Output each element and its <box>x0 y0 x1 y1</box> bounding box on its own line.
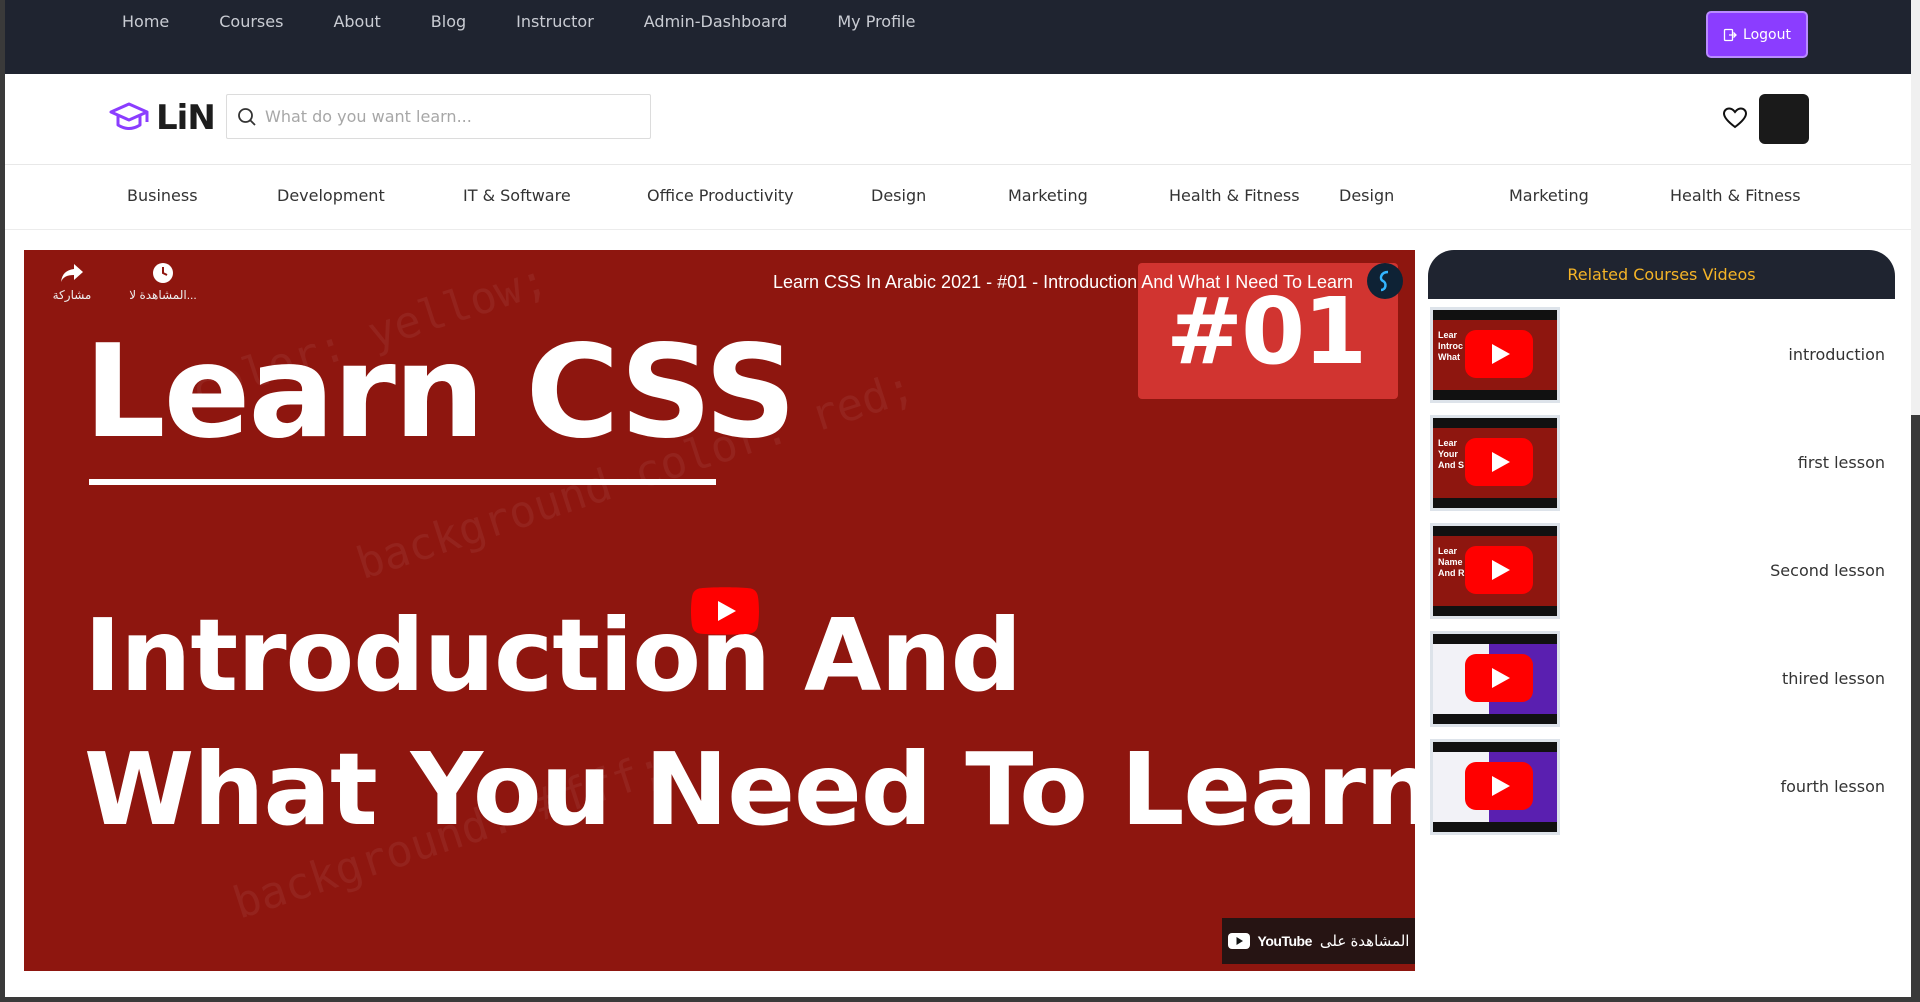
search-box[interactable] <box>226 94 651 139</box>
related-video-thumbnail[interactable] <box>1430 739 1560 835</box>
top-bar: Home Courses About Blog Instructor Admin… <box>5 0 1911 74</box>
watch-on-label: المشاهدة على <box>1319 933 1410 950</box>
category-marketing-2[interactable]: Marketing <box>1509 186 1589 205</box>
video-player[interactable]: color: yellow; background-color: red; ba… <box>24 250 1415 971</box>
page-scrollbar[interactable] <box>1911 0 1920 415</box>
thumbnail-bottom-strip <box>1433 390 1557 400</box>
site-header: LiN <box>5 74 1911 165</box>
nav-admin-dashboard-link[interactable]: Admin-Dashboard <box>644 12 788 32</box>
play-button-icon <box>1465 438 1533 486</box>
related-videos-heading: Related Courses Videos <box>1428 250 1895 299</box>
play-button-icon <box>1465 330 1533 378</box>
related-video-thumbnail[interactable]: Lear Your And S <box>1430 415 1560 511</box>
watch-on-youtube-button[interactable]: YouTube المشاهدة على <box>1222 918 1415 964</box>
thumbnail-bottom-strip <box>1433 822 1557 832</box>
graduation-cap-icon <box>109 102 149 130</box>
nav-my-profile-link[interactable]: My Profile <box>837 12 915 32</box>
heart-icon[interactable] <box>1722 106 1748 130</box>
thumbnail-title: Learn CSS <box>84 318 796 467</box>
avatar[interactable] <box>1759 94 1809 144</box>
thumbnail-top-strip <box>1433 634 1557 644</box>
category-business[interactable]: Business <box>127 186 198 205</box>
thumbnail-mini-text: Lear Your And S <box>1438 438 1464 470</box>
related-video-item[interactable]: fourth lesson <box>1428 737 1895 837</box>
youtube-label: YouTube <box>1257 933 1313 949</box>
category-development[interactable]: Development <box>277 186 385 205</box>
thumbnail-top-strip <box>1433 310 1557 320</box>
thumbnail-line-2: Introduction And <box>84 597 1022 714</box>
logout-icon <box>1723 28 1737 41</box>
related-video-thumbnail[interactable] <box>1430 631 1560 727</box>
thumbnail-top-strip <box>1433 418 1557 428</box>
nav-blog-link[interactable]: Blog <box>431 12 466 32</box>
thumbnail-mini-text: Lear Name And R <box>1438 546 1465 578</box>
search-icon <box>238 107 256 126</box>
related-video-label[interactable]: thired lesson <box>1782 669 1885 688</box>
related-video-item[interactable]: Lear Introc What introduction <box>1428 305 1895 405</box>
thumbnail-underline <box>89 479 716 485</box>
clock-icon <box>153 263 173 283</box>
thumbnail-top-strip <box>1433 742 1557 752</box>
video-title[interactable]: Learn CSS In Arabic 2021 - #01 - Introdu… <box>773 272 1353 293</box>
category-design[interactable]: Design <box>871 186 926 205</box>
related-video-label[interactable]: introduction <box>1788 345 1885 364</box>
logo-text: LiN <box>156 98 216 138</box>
nav-instructor-link[interactable]: Instructor <box>516 12 594 32</box>
category-nav: Business Development IT & Software Offic… <box>5 165 1911 230</box>
thumbnail-mini-text: Lear Introc What <box>1438 330 1464 362</box>
related-video-label[interactable]: first lesson <box>1798 453 1885 472</box>
nav-about-link[interactable]: About <box>333 12 380 32</box>
logo[interactable]: LiN <box>108 98 216 138</box>
nav-courses-link[interactable]: Courses <box>219 12 283 32</box>
category-design-2[interactable]: Design <box>1339 186 1394 205</box>
related-video-label[interactable]: Second lesson <box>1770 561 1885 580</box>
episode-number: #01 <box>1166 278 1367 385</box>
thumbnail-bottom-strip <box>1433 498 1557 508</box>
category-health-fitness[interactable]: Health & Fitness <box>1169 186 1300 205</box>
thumbnail-top-strip <box>1433 526 1557 536</box>
play-button-icon <box>1465 546 1533 594</box>
thumbnail-bottom-strip <box>1433 714 1557 724</box>
youtube-logo-icon <box>1227 933 1250 949</box>
top-nav: Home Courses About Blog Instructor Admin… <box>122 12 965 32</box>
related-video-thumbnail[interactable]: Lear Name And R <box>1430 523 1560 619</box>
related-video-item[interactable]: Lear Name And R Second lesson <box>1428 521 1895 621</box>
watch-later-control[interactable]: المشاهدة لا... <box>120 262 206 302</box>
nav-home-link[interactable]: Home <box>122 12 169 32</box>
related-video-thumbnail[interactable]: Lear Introc What <box>1430 307 1560 403</box>
share-control[interactable]: مشاركة <box>46 262 98 302</box>
share-icon <box>61 264 83 282</box>
play-button-icon <box>1465 762 1533 810</box>
category-health-fitness-2[interactable]: Health & Fitness <box>1670 186 1801 205</box>
related-video-label[interactable]: fourth lesson <box>1780 777 1885 796</box>
category-it-software[interactable]: IT & Software <box>463 186 571 205</box>
thumbnail-line-3: What You Need To Learn <box>84 731 1415 848</box>
category-office-productivity[interactable]: Office Productivity <box>647 186 794 205</box>
search-input[interactable] <box>265 107 635 126</box>
related-video-item[interactable]: thired lesson <box>1428 629 1895 729</box>
play-button-icon <box>1465 654 1533 702</box>
share-label: مشاركة <box>52 288 92 302</box>
thumbnail-bottom-strip <box>1433 606 1557 616</box>
play-button-icon[interactable] <box>691 587 759 635</box>
logout-label: Logout <box>1743 26 1791 43</box>
related-video-item[interactable]: Lear Your And S first lesson <box>1428 413 1895 513</box>
category-marketing[interactable]: Marketing <box>1008 186 1088 205</box>
channel-avatar-icon[interactable] <box>1367 263 1403 299</box>
watch-later-label: المشاهدة لا... <box>129 288 197 302</box>
logout-button[interactable]: Logout <box>1706 11 1808 58</box>
page: Home Courses About Blog Instructor Admin… <box>5 0 1911 997</box>
